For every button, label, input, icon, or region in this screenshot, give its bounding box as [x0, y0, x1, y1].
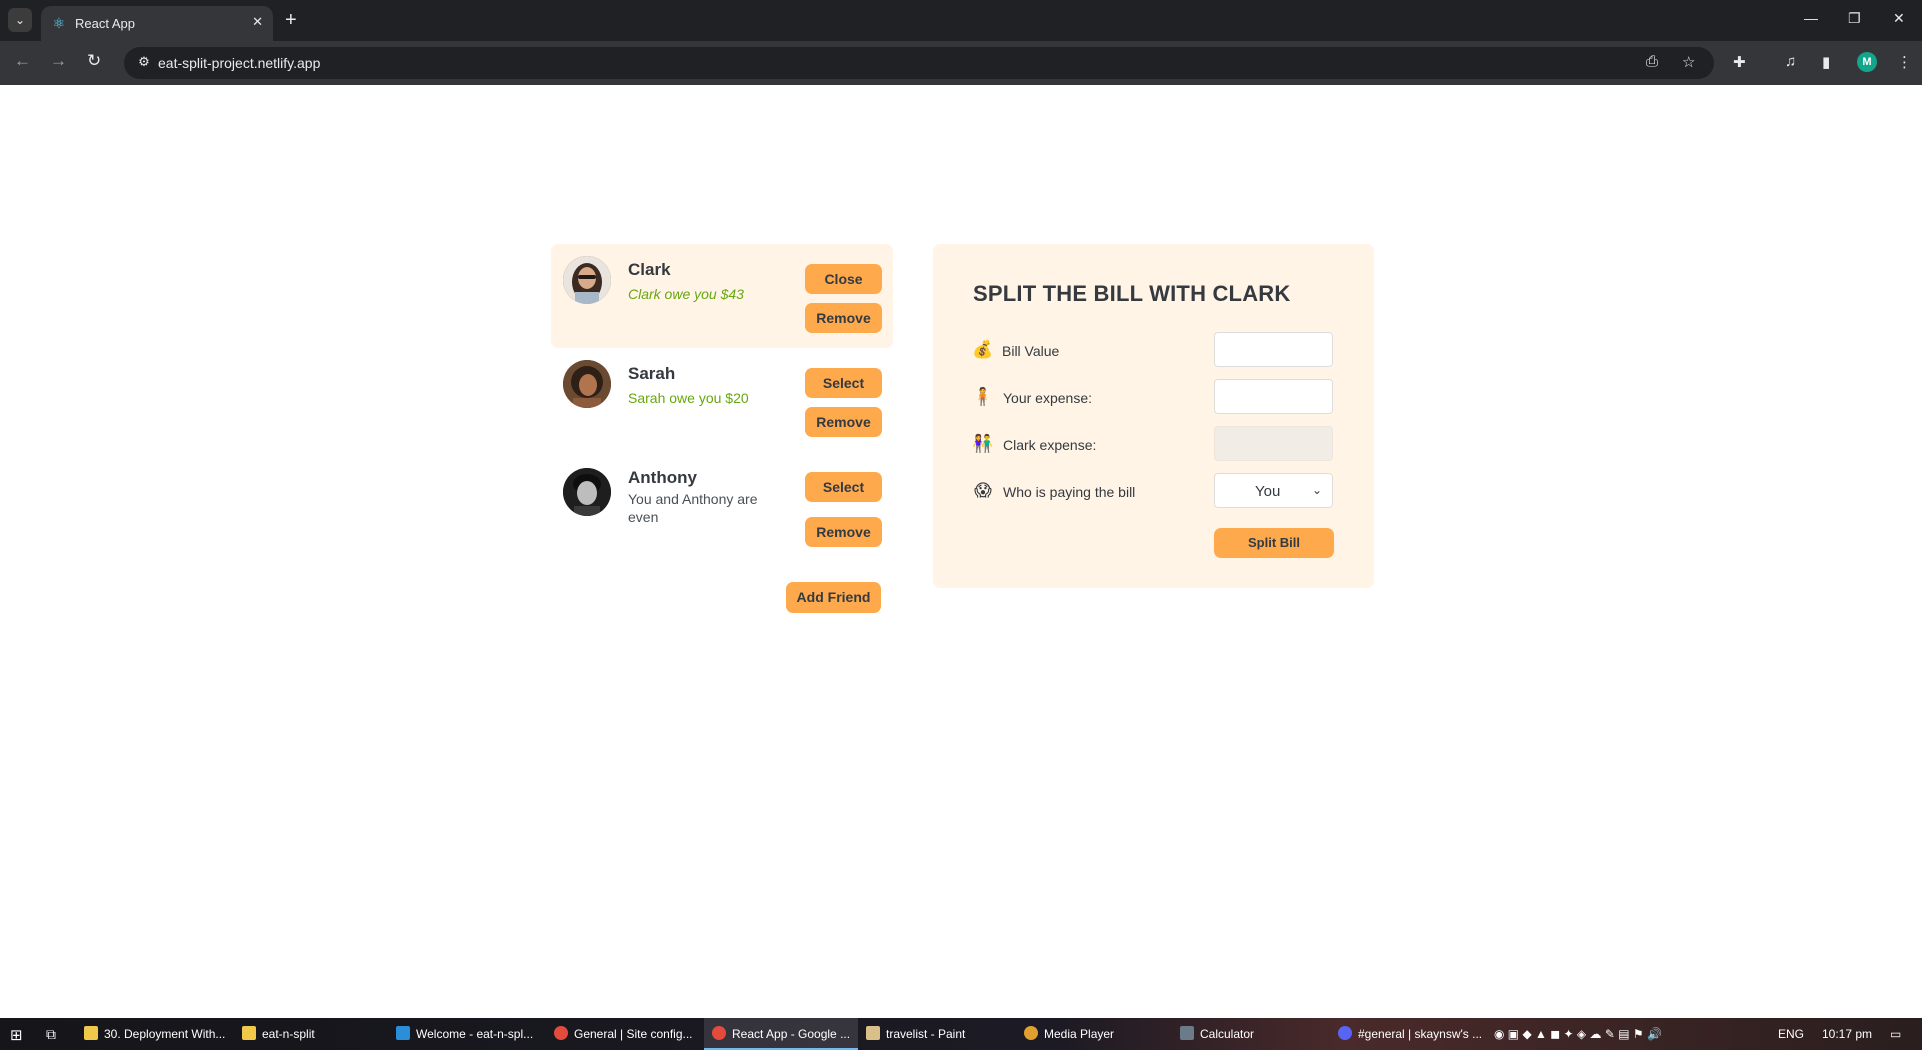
remove-button[interactable]: Remove [805, 303, 882, 333]
back-icon[interactable]: ← [14, 51, 31, 71]
url-text: eat-split-project.netlify.app [158, 55, 321, 71]
reload-icon[interactable]: ↻ [87, 51, 101, 71]
split-bill-button[interactable]: Split Bill [1214, 528, 1334, 558]
media-player-icon [1024, 1026, 1038, 1040]
taskbar-item-label: 30. Deployment With... [104, 1027, 226, 1041]
extensions-icon[interactable]: ✚ [1733, 53, 1746, 71]
bookmark-star-icon[interactable]: ☆ [1682, 53, 1695, 71]
taskbar-item-label: #general | skaynsw's ... [1358, 1027, 1483, 1041]
friend-expense-input [1214, 426, 1333, 461]
tray-icons[interactable]: ◉ ▣ ◆ ▲ ◼ ✦ ◈ ☁ ✎ ▤ ⚑ 🔊 [1494, 1018, 1662, 1050]
surprised-face-icon: 😱 [974, 481, 992, 500]
select-button[interactable]: Select [805, 472, 882, 502]
remove-button[interactable]: Remove [805, 407, 882, 437]
taskbar-item-label: Media Player [1044, 1027, 1115, 1041]
your-expense-input[interactable] [1214, 379, 1333, 414]
taskbar-item[interactable]: Media Player [1024, 1018, 1114, 1050]
face-icon: 🧍 [972, 387, 994, 406]
taskbar-item[interactable]: Calculator [1180, 1018, 1254, 1050]
taskbar-item[interactable]: 30. Deployment With... [84, 1018, 225, 1050]
select-button[interactable]: Select [805, 368, 882, 398]
add-friend-button[interactable]: Add Friend [786, 582, 881, 613]
taskbar-item-label: eat-n-split [262, 1027, 315, 1041]
avatar-sarah [563, 360, 611, 408]
tab-close-icon[interactable]: ✕ [252, 14, 263, 30]
friend-item-clark: Clark Clark owe you $43 Close Remove [551, 244, 893, 348]
taskbar-item-label: travelist - Paint [886, 1027, 966, 1041]
profile-avatar[interactable]: M [1857, 52, 1877, 72]
install-app-icon[interactable]: ⎙ [1646, 53, 1658, 70]
taskbar-item[interactable]: Welcome - eat-n-spl... [396, 1018, 533, 1050]
payer-label: Who is paying the bill [1003, 484, 1136, 500]
menu-kebab-icon[interactable]: ⋮ [1897, 53, 1912, 71]
friend-name: Sarah [628, 364, 676, 383]
chevron-down-icon: ⌄ [1311, 483, 1322, 497]
notifications-icon[interactable]: ▭ [1890, 1018, 1901, 1050]
friend-item-anthony: Anthony You and Anthony are even Select … [551, 452, 893, 576]
windows-taskbar: ⊞ ⧉ 30. Deployment With... eat-n-split W… [0, 1018, 1922, 1050]
calculator-icon [1180, 1026, 1194, 1040]
your-expense-label: Your expense: [1003, 390, 1092, 406]
tab-search-dropdown-icon[interactable]: ⌄ [8, 8, 32, 32]
payer-selected-value: You [1255, 483, 1281, 500]
avatar-clark [563, 256, 611, 304]
folder-icon [84, 1026, 98, 1040]
address-bar[interactable]: ⚙ eat-split-project.netlify.app ⎙ ☆ [124, 47, 1714, 79]
side-panel-icon[interactable]: ▮ [1822, 53, 1830, 71]
split-bill-form: SPLIT THE BILL WITH CLARK 💰 Bill Value 🧍… [933, 244, 1374, 588]
forward-icon[interactable]: → [50, 51, 67, 71]
person-icon: 👫 [972, 434, 994, 453]
friend-name: Anthony [628, 468, 697, 487]
chrome-icon [554, 1026, 568, 1040]
bill-value-label: Bill Value [1002, 343, 1060, 359]
tab-title: React App [75, 16, 135, 31]
taskbar-item-active[interactable]: React App - Google ... [704, 1018, 859, 1050]
friend-item-sarah: Sarah Sarah owe you $20 Select Remove [551, 348, 893, 452]
browser-tab-bar: ⌄ ⚛ React App ✕ + — ❐ ✕ [0, 0, 1922, 41]
clock[interactable]: 10:17 pm [1822, 1018, 1872, 1050]
new-tab-icon[interactable]: + [285, 8, 297, 32]
form-title: SPLIT THE BILL WITH CLARK [973, 281, 1291, 306]
folder-icon [242, 1026, 256, 1040]
taskbar-item[interactable]: #general | skaynsw's ... [1338, 1018, 1482, 1050]
taskbar-item[interactable]: travelist - Paint [866, 1018, 965, 1050]
restore-icon[interactable]: ❐ [1848, 10, 1861, 27]
windows-start-icon[interactable]: ⊞ [10, 1026, 23, 1044]
media-control-icon[interactable]: ♫ [1785, 53, 1796, 70]
language-indicator[interactable]: ENG [1778, 1018, 1804, 1050]
tab-active[interactable]: ⚛ React App ✕ [41, 6, 273, 41]
taskbar-item[interactable]: eat-n-split [242, 1018, 315, 1050]
avatar-anthony [563, 468, 611, 516]
discord-icon [1338, 1026, 1352, 1040]
browser-toolbar: ← → ↻ ⚙ eat-split-project.netlify.app ⎙ … [0, 41, 1922, 85]
taskbar-item-label: Calculator [1200, 1027, 1255, 1041]
minimize-icon[interactable]: — [1804, 10, 1818, 26]
friend-name: Clark [628, 260, 671, 279]
task-view-icon[interactable]: ⧉ [46, 1026, 56, 1043]
friend-balance: Sarah owe you $20 [628, 390, 749, 406]
taskbar-item-label: React App - Google ... [732, 1027, 851, 1041]
chrome-icon [712, 1026, 726, 1040]
vscode-icon [396, 1026, 410, 1040]
friend-expense-label: Clark expense: [1003, 437, 1097, 453]
react-favicon-icon: ⚛ [52, 15, 66, 31]
taskbar-item-label: General | Site config... [574, 1027, 693, 1041]
paint-icon [866, 1026, 880, 1040]
close-button[interactable]: Close [805, 264, 882, 294]
payer-select[interactable]: You ⌄ [1214, 473, 1333, 508]
friends-sidebar: Clark Clark owe you $43 Close Remove Sar… [551, 244, 893, 613]
taskbar-item-label: Welcome - eat-n-spl... [416, 1027, 534, 1041]
friend-balance: Clark owe you $43 [628, 286, 744, 302]
friend-balance: You and Anthony are even [628, 491, 758, 525]
bill-value-input[interactable] [1214, 332, 1333, 367]
remove-button[interactable]: Remove [805, 517, 882, 547]
close-window-icon[interactable]: ✕ [1893, 10, 1905, 27]
site-info-icon[interactable]: ⚙ [134, 54, 154, 72]
taskbar-item[interactable]: General | Site config... [554, 1018, 693, 1050]
money-bag-icon: 💰 [972, 340, 994, 359]
